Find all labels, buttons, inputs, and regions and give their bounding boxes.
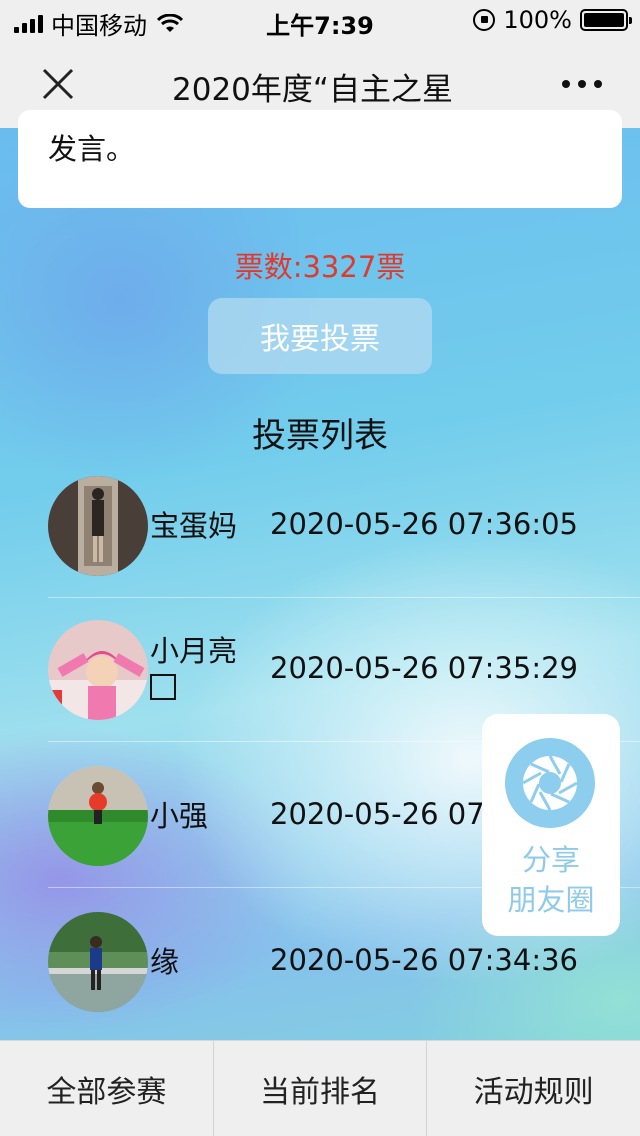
share-label: 分享 朋友圈 [482, 840, 620, 920]
voter-name: 宝蛋妈 [150, 509, 238, 543]
page-title: 2020年度“自主之星 [172, 72, 453, 108]
voter-name-text: 小月亮 [150, 634, 238, 668]
bottom-tab-bar: 全部参赛 当前排名 活动规则 [0, 1040, 640, 1136]
row-divider [48, 597, 640, 598]
status-bar: 中国移动 上午7:39 100% [0, 0, 640, 40]
vote-list-title: 投票列表 [252, 416, 388, 456]
more-menu-icon[interactable] [562, 80, 602, 88]
vote-time: 2020-05-26 07:36:05 [270, 507, 578, 541]
share-label-line2: 朋友圈 [507, 883, 595, 917]
rotation-lock-icon [473, 9, 496, 31]
missing-glyph-box [150, 674, 176, 700]
description-card: 发言。 [18, 110, 622, 208]
share-moments-button[interactable]: 分享 朋友圈 [482, 714, 620, 936]
tab-activity-rules[interactable]: 活动规则 [427, 1041, 640, 1136]
status-right: 100% [473, 6, 632, 34]
battery-percent: 100% [503, 6, 572, 34]
vote-button[interactable]: 我要投票 [208, 298, 432, 374]
vote-time: 2020-05-26 07 [270, 797, 485, 831]
camera-shutter-icon [505, 738, 595, 828]
list-item: 宝蛋妈 2020-05-26 07:36:05 [48, 476, 608, 576]
share-label-line1: 分享 [521, 843, 580, 877]
description-text: 发言。 [48, 132, 136, 166]
vote-time: 2020-05-26 07:35:29 [270, 651, 578, 685]
voter-name: 小强 [150, 799, 209, 833]
voter-name: 小月亮 [150, 632, 260, 709]
avatar [48, 620, 148, 720]
list-item: 小月亮 2020-05-26 07:35:29 [48, 620, 608, 720]
vote-count: 票数:3327票 [234, 250, 406, 284]
tab-all-entries[interactable]: 全部参赛 [0, 1041, 214, 1136]
vote-time: 2020-05-26 07:34:36 [270, 943, 578, 977]
battery-icon [580, 9, 632, 31]
voter-name: 缘 [150, 945, 180, 979]
tab-current-ranking[interactable]: 当前排名 [214, 1041, 428, 1136]
avatar [48, 476, 148, 576]
close-icon[interactable] [38, 64, 78, 104]
avatar [48, 912, 148, 1012]
avatar [48, 766, 148, 866]
